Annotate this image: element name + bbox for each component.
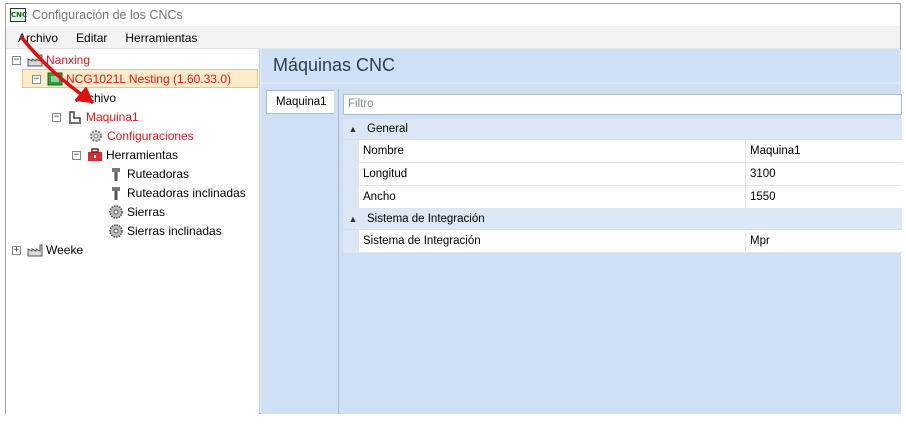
tree-node-maquina1[interactable]: − Maquina1 [52, 108, 139, 126]
collapse-icon[interactable]: − [12, 55, 21, 65]
machines-panel: Máquinas CNC Maquina1 Filtro ▲ General N… [261, 49, 902, 414]
tree-label: Herramientas [106, 148, 179, 162]
property-name: Ancho [359, 186, 746, 208]
cnc-machine-icon [47, 72, 63, 86]
row-gutter [343, 140, 359, 162]
tree-node-sierras[interactable]: Sierras [108, 203, 165, 221]
vertical-tab-strip [264, 89, 338, 414]
tree-node-machine-model[interactable]: − NCG1021L Nesting (1.60.33.0) [32, 70, 231, 88]
tree-label: Ruteadoras [127, 167, 190, 181]
factory-icon [27, 244, 43, 257]
row-gutter [343, 163, 359, 185]
factory-icon [27, 54, 43, 67]
window-title: Configuración de los CNCs [32, 8, 183, 22]
tree-node-archivo[interactable]: Archivo [76, 89, 116, 107]
property-value[interactable]: Mpr [746, 230, 902, 252]
menu-archivo[interactable]: Archivo [12, 31, 70, 45]
property-name: Sistema de Integración [359, 230, 746, 252]
property-value[interactable]: Maquina1 [746, 140, 902, 162]
header-divider [261, 82, 901, 84]
tree-label: Sierras inclinadas [127, 224, 222, 238]
tree-node-ruteadoras[interactable]: Ruteadoras [108, 165, 189, 183]
collapse-icon[interactable]: − [52, 112, 61, 122]
category-general[interactable]: ▲ General [343, 119, 902, 140]
property-name: Nombre [359, 140, 746, 162]
property-grid-area: Filtro ▲ General Nombre Maquina1 Longitu… [338, 89, 902, 414]
property-value[interactable]: 3100 [746, 163, 902, 185]
tree-node-configuraciones[interactable]: Configuraciones [88, 127, 194, 145]
collapse-icon[interactable]: − [72, 150, 81, 160]
menu-bar: Archivo Editar Herramientas [6, 27, 900, 49]
gear-icon [90, 130, 102, 142]
menu-editar[interactable]: Editar [70, 31, 119, 45]
tree-label: NCG1021L Nesting (1.60.33.0) [66, 72, 231, 86]
machine-icon [69, 111, 81, 124]
tree-label: Sierras [127, 205, 166, 219]
property-grid: ▲ General Nombre Maquina1 Longitud 3100 … [343, 119, 902, 253]
router-bit-icon [112, 187, 120, 200]
menu-herramientas[interactable]: Herramientas [119, 31, 209, 45]
cnc-app-icon: CNC [10, 8, 27, 22]
tree-node-ruteadoras-inclinadas[interactable]: Ruteadoras inclinadas [108, 184, 246, 202]
collapse-icon[interactable]: − [32, 74, 41, 84]
chevron-up-icon[interactable]: ▲ [345, 124, 361, 134]
main-window: CNC Configuración de los CNCs Archivo Ed… [5, 3, 902, 414]
tree-label: Maquina1 [86, 110, 139, 124]
tree-node-sierras-inclinadas[interactable]: Sierras inclinadas [108, 222, 222, 240]
row-gutter [343, 186, 359, 208]
property-row[interactable]: Nombre Maquina1 [343, 140, 902, 163]
property-row[interactable]: Ancho 1550 [343, 186, 902, 209]
row-gutter [343, 230, 359, 252]
saw-blade-icon [109, 224, 123, 238]
tree-label: Ruteadoras inclinadas [127, 186, 246, 200]
tab-maquina1[interactable]: Maquina1 [266, 90, 334, 114]
tree-label: Weeke [46, 243, 84, 257]
tree-node-nanxing[interactable]: − Nanxing [12, 51, 90, 69]
property-value[interactable]: 1550 [746, 186, 902, 208]
router-bit-icon [112, 168, 120, 181]
expand-icon[interactable]: + [12, 245, 21, 255]
property-row[interactable]: Longitud 3100 [343, 163, 902, 186]
saw-blade-icon [109, 205, 123, 219]
page-title: Máquinas CNC [273, 55, 396, 75]
tree-label: Nanxing [46, 53, 91, 67]
category-sistema-integracion[interactable]: ▲ Sistema de Integración [343, 209, 902, 230]
property-row[interactable]: Sistema de Integración Mpr [343, 230, 902, 253]
tree-label: Archivo [76, 91, 117, 105]
tree-node-weeke[interactable]: + Weeke [12, 241, 83, 259]
title-bar: CNC Configuración de los CNCs [6, 4, 900, 26]
filter-input[interactable]: Filtro [343, 94, 902, 115]
property-name: Longitud [359, 163, 746, 185]
category-label: General [367, 123, 408, 135]
category-label: Sistema de Integración [367, 213, 485, 225]
toolbox-icon [88, 148, 102, 161]
tree-label: Configuraciones [107, 129, 194, 143]
tree-node-herramientas[interactable]: − Herramientas [72, 146, 178, 164]
cnc-tree: − Nanxing − NCG1021L Nesting (1.60.33.0)… [6, 49, 260, 414]
chevron-up-icon[interactable]: ▲ [345, 214, 361, 224]
